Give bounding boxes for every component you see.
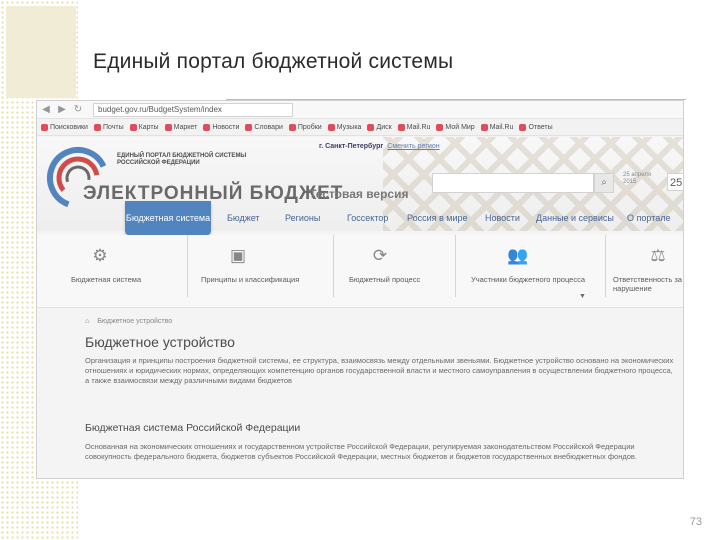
tile-label: Принципы и классификация bbox=[201, 275, 300, 284]
logo-subtitle: ЕДИНЫЙ ПОРТАЛ БЮДЖЕТНОЙ СИСТЕМЫ РОССИЙСК… bbox=[117, 153, 247, 166]
paragraph-budget-structure: Организация и принципы построения бюджет… bbox=[85, 356, 674, 385]
tile-divider bbox=[333, 235, 334, 297]
bookmark-icon bbox=[288, 124, 296, 131]
city-name: г. Санкт-Петербург bbox=[319, 143, 384, 150]
breadcrumb: ⌂ Бюджетное устройство bbox=[85, 318, 172, 325]
bookmark-item[interactable]: Почты bbox=[93, 124, 124, 131]
gavel-icon: ⚖ bbox=[650, 246, 666, 265]
tile-participants[interactable]: 👥 Участники бюджетного процесса bbox=[469, 235, 589, 307]
bookmark-icon bbox=[245, 124, 253, 131]
menu-item-data-services[interactable]: Данные и сервисы bbox=[536, 213, 614, 223]
refresh-icon[interactable]: ↻ bbox=[73, 104, 83, 115]
tile-budget-system[interactable]: ⚙ Бюджетная система bbox=[67, 235, 177, 307]
bookmark-item[interactable]: Словари bbox=[245, 124, 283, 131]
bookmark-icon bbox=[436, 124, 444, 131]
breadcrumb-link[interactable]: Бюджетное устройство bbox=[97, 318, 172, 325]
bookmark-icon bbox=[203, 124, 211, 131]
bookmark-icon bbox=[327, 124, 335, 131]
search-icon[interactable]: ⌕ bbox=[594, 173, 614, 193]
menu-item-russia-world[interactable]: Россия в мире bbox=[407, 213, 468, 223]
paragraph-budget-system: Основанная на экономических отношениях и… bbox=[85, 442, 637, 461]
tile-principles[interactable]: ▣ Принципы и классификация bbox=[197, 235, 307, 307]
cycle-icon: ⟳ bbox=[372, 246, 388, 265]
bookmark-icon bbox=[129, 124, 137, 131]
bookmark-item[interactable]: Mail.Ru bbox=[397, 124, 430, 131]
url-input[interactable]: budget.gov.ru/BudgetSystem/index bbox=[93, 102, 293, 117]
menu-item-budget[interactable]: Бюджет bbox=[227, 213, 260, 223]
home-icon[interactable]: ⌂ bbox=[85, 318, 89, 325]
bookmark-item[interactable]: Новости bbox=[203, 124, 239, 131]
bookmark-item[interactable]: Карты bbox=[129, 124, 159, 131]
content-area: ⌂ Бюджетное устройство Бюджетное устройс… bbox=[37, 308, 683, 478]
bookmark-item[interactable]: Поисковики bbox=[41, 124, 88, 131]
menu-item-about[interactable]: О портале bbox=[627, 213, 670, 223]
logo-title[interactable]: ЭЛЕКТРОННЫЙ БЮДЖЕТ bbox=[83, 183, 343, 205]
decorative-panel bbox=[6, 6, 76, 98]
menu-item-regions[interactable]: Регионы bbox=[285, 213, 320, 223]
city-selector[interactable]: г. Санкт-Петербург Сменить регион bbox=[319, 143, 440, 150]
bookmark-item[interactable]: Музыка bbox=[327, 124, 361, 131]
tile-responsibility[interactable]: ⚖ Ответственность за нарушение законодат… bbox=[611, 235, 683, 307]
back-icon[interactable]: ◀ bbox=[41, 104, 51, 115]
dropdown-arrow-icon[interactable]: ▼ bbox=[579, 293, 586, 300]
tile-label: Участники бюджетного процесса bbox=[471, 275, 586, 284]
page-number: 73 bbox=[689, 516, 702, 528]
bookmark-icon bbox=[367, 124, 375, 131]
bookmark-icon bbox=[93, 124, 101, 131]
tile-label: Бюджетный процесс bbox=[349, 275, 421, 284]
bookmark-icon bbox=[480, 124, 488, 131]
people-icon: 👥 bbox=[507, 246, 529, 265]
bookmark-item[interactable]: Mail.Ru bbox=[480, 124, 513, 131]
menu-item-gossector[interactable]: Госсектор bbox=[347, 213, 388, 223]
bookmark-item[interactable]: Мой Мир bbox=[436, 124, 475, 131]
address-bar: ◀ ▶ ↻ budget.gov.ru/BudgetSystem/index bbox=[37, 101, 683, 119]
gears-icon: ⚙ bbox=[92, 246, 108, 265]
bookmarks-bar: Поисковики Почты Карты Маркет Новости Сл… bbox=[37, 120, 683, 136]
date-label: 25 апреля 2015 bbox=[623, 172, 652, 185]
bookmark-icon bbox=[519, 124, 527, 131]
bookmark-icon bbox=[397, 124, 405, 131]
search-input[interactable] bbox=[432, 173, 594, 193]
date-number: 25 bbox=[667, 173, 683, 191]
tile-budget-process[interactable]: ⟳ Бюджетный процесс bbox=[347, 235, 447, 307]
forward-icon[interactable]: ▶ bbox=[57, 104, 67, 115]
menu-item-budget-system[interactable]: Бюджетная система bbox=[125, 201, 211, 235]
page-heading: Бюджетное устройство bbox=[85, 334, 235, 350]
section-tiles: ⚙ Бюджетная система ▣ Принципы и классиф… bbox=[37, 235, 683, 308]
tile-divider bbox=[187, 235, 188, 297]
box-icon: ▣ bbox=[229, 246, 247, 265]
change-region-link[interactable]: Сменить регион bbox=[387, 143, 439, 150]
bookmark-icon bbox=[41, 124, 48, 131]
bookmark-item[interactable]: Пробки bbox=[288, 124, 322, 131]
bookmark-item[interactable]: Диск bbox=[367, 124, 392, 131]
test-version-label: Тестовая версия bbox=[309, 187, 409, 201]
bookmark-item[interactable]: Ответы bbox=[519, 124, 553, 131]
tile-label: Бюджетная система bbox=[71, 275, 142, 284]
section-heading: Бюджетная система Российской Федерации bbox=[85, 422, 301, 434]
tile-divider bbox=[455, 235, 456, 297]
menu-active-label: Бюджетная система bbox=[125, 213, 211, 223]
bookmark-icon bbox=[164, 124, 172, 131]
menu-item-news[interactable]: Новости bbox=[485, 213, 520, 223]
bookmark-item[interactable]: Маркет bbox=[164, 124, 197, 131]
browser-screenshot: ◀ ▶ ↻ budget.gov.ru/BudgetSystem/index П… bbox=[36, 100, 684, 479]
tile-divider bbox=[605, 235, 606, 297]
slide-title: Единый портал бюджетной системы bbox=[93, 50, 454, 73]
tile-label: Ответственность за нарушение законодател… bbox=[613, 275, 682, 293]
